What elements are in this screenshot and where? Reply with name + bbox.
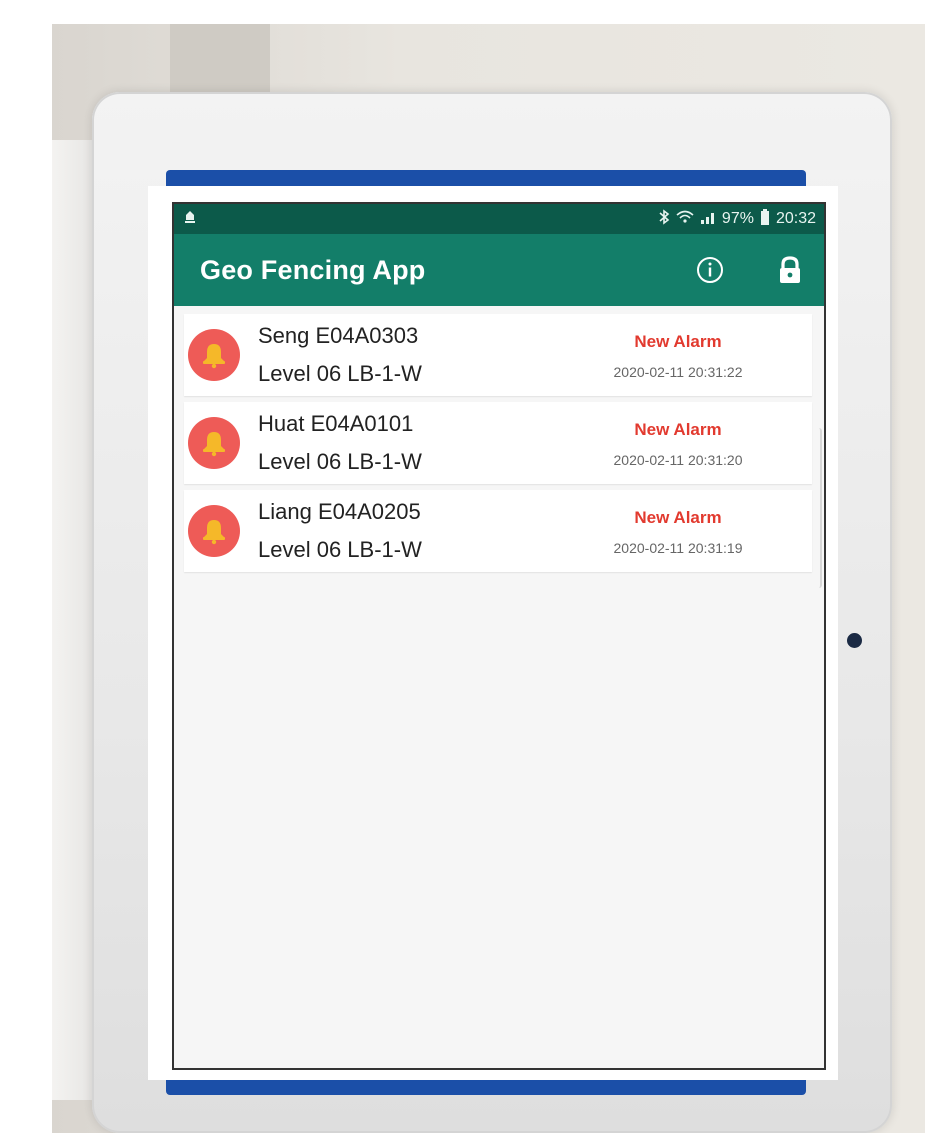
screen-frame: 97% 20:32 Geo Fencing App Seng E04A0303 …	[148, 186, 838, 1080]
app-title: Geo Fencing App	[200, 254, 426, 285]
scrollbar[interactable]	[814, 428, 822, 588]
status-bar: 97% 20:32	[174, 204, 824, 234]
signal-icon	[700, 210, 716, 229]
alarm-meta: New Alarm 2020-02-11 20:31:22	[568, 332, 788, 380]
status-right: 97% 20:32	[658, 208, 816, 230]
alarm-location: Level 06 LB-1-W	[258, 449, 422, 474]
app-screen: 97% 20:32 Geo Fencing App Seng E04A0303 …	[172, 202, 826, 1070]
alarm-list: Seng E04A0303 Level 06 LB-1-W New Alarm …	[174, 306, 824, 572]
list-item[interactable]: Huat E04A0101 Level 06 LB-1-W New Alarm …	[184, 402, 812, 484]
list-item[interactable]: Liang E04A0205 Level 06 LB-1-W New Alarm…	[184, 490, 812, 572]
alarm-bell-icon	[188, 505, 240, 557]
alarm-meta: New Alarm 2020-02-11 20:31:19	[568, 508, 788, 556]
alarm-timestamp: 2020-02-11 20:31:20	[613, 452, 743, 468]
alarm-info: Liang E04A0205 Level 06 LB-1-W	[258, 499, 422, 563]
camera-dot	[847, 633, 862, 648]
alarm-name: Huat E04A0101	[258, 411, 414, 436]
alarm-name: Liang E04A0205	[258, 499, 421, 524]
alarm-timestamp: 2020-02-11 20:31:19	[613, 540, 743, 556]
battery-percent: 97%	[721, 210, 754, 227]
alarm-status: New Alarm	[634, 332, 722, 351]
alarm-bell-icon	[188, 329, 240, 381]
alarm-status: New Alarm	[634, 420, 722, 439]
alarm-meta: New Alarm 2020-02-11 20:31:20	[568, 420, 788, 468]
alarm-name: Seng E04A0303	[258, 323, 419, 348]
bluetooth-icon	[658, 208, 670, 230]
app-bar: Geo Fencing App	[174, 234, 824, 306]
info-icon[interactable]	[692, 252, 728, 288]
lock-icon[interactable]	[772, 252, 808, 288]
list-item[interactable]: Seng E04A0303 Level 06 LB-1-W New Alarm …	[184, 314, 812, 396]
alarm-status: New Alarm	[634, 508, 722, 527]
android-notification-icon	[182, 209, 198, 230]
alarm-location: Level 06 LB-1-W	[258, 537, 422, 562]
battery-icon	[760, 208, 770, 230]
alarm-info: Huat E04A0101 Level 06 LB-1-W	[258, 411, 422, 475]
alarm-bell-icon	[188, 417, 240, 469]
alarm-info: Seng E04A0303 Level 06 LB-1-W	[258, 323, 422, 387]
status-time: 20:32	[775, 210, 816, 227]
alarm-location: Level 06 LB-1-W	[258, 361, 422, 386]
app-bar-actions	[692, 252, 808, 288]
wifi-icon	[676, 210, 694, 229]
alarm-timestamp: 2020-02-11 20:31:22	[613, 364, 743, 380]
